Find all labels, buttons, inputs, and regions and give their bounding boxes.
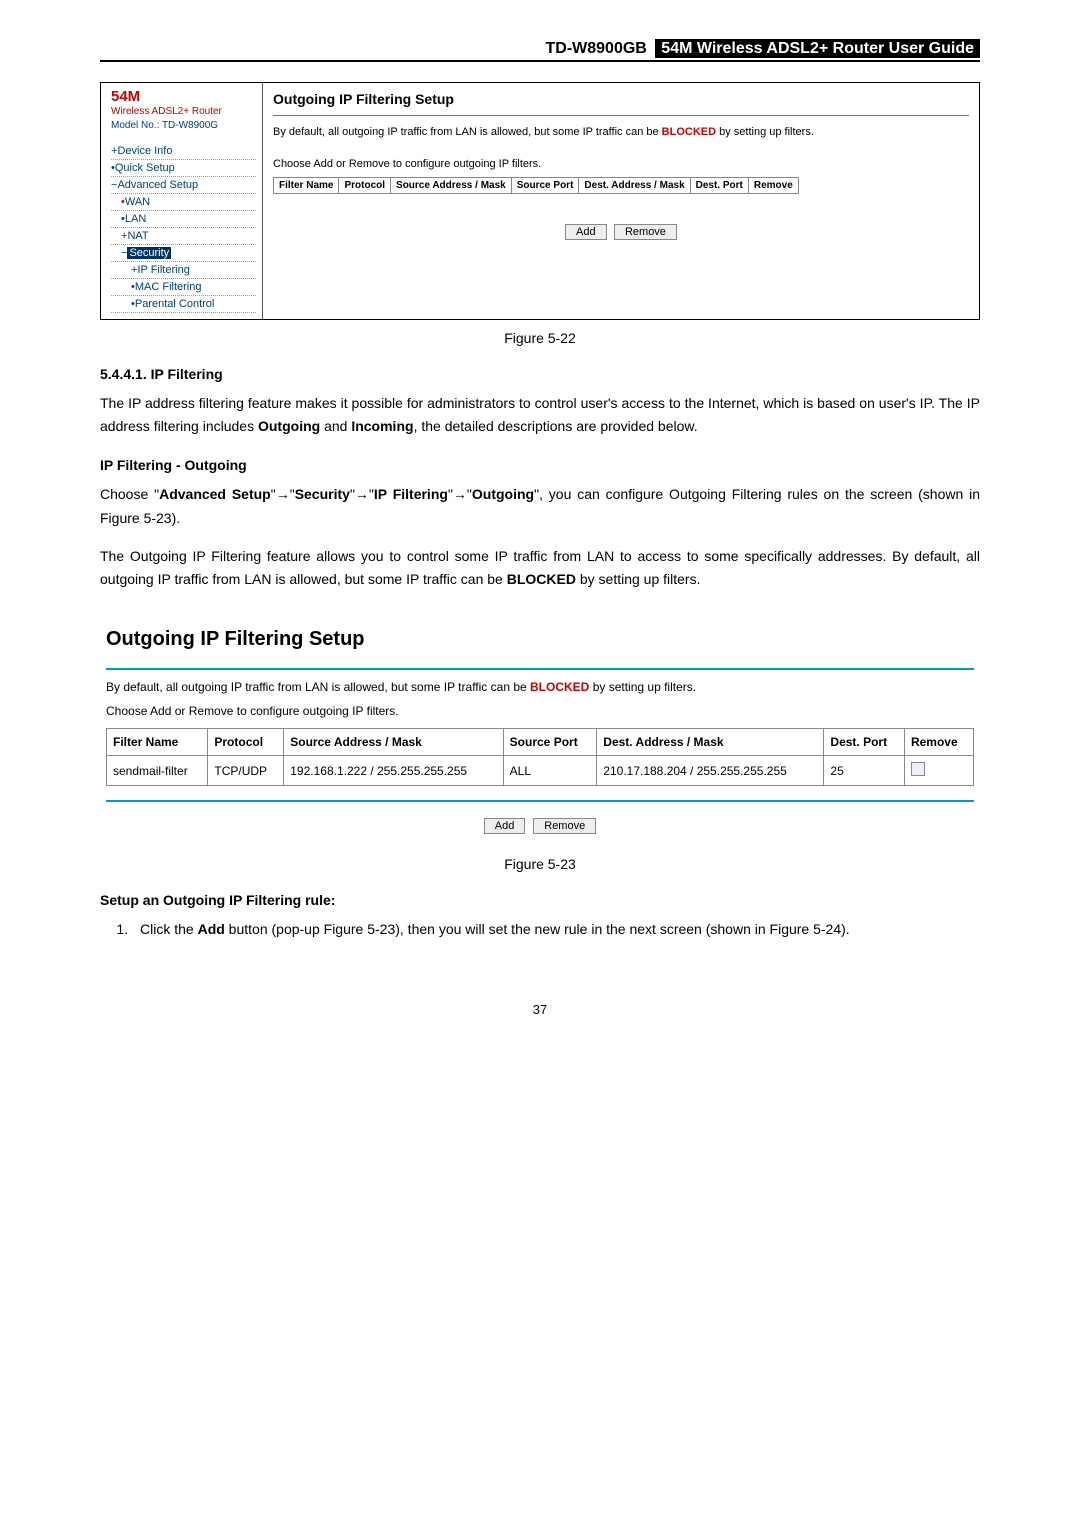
nav-tree: Device Info Quick Setup Advanced Setup •… <box>111 143 256 313</box>
setup-rule-heading: Setup an Outgoing IP Filtering rule: <box>100 892 980 908</box>
cell-dst-addr: 210.17.188.204 / 255.255.255.255 <box>597 756 824 786</box>
figure-5-23-caption: Figure 5-23 <box>100 856 980 872</box>
fig23-desc1: By default, all outgoing IP traffic from… <box>106 680 974 694</box>
cell-protocol: TCP/UDP <box>208 756 284 786</box>
fig22-desc2: Choose Add or Remove to configure outgoi… <box>273 156 969 174</box>
nav-wan[interactable]: WAN <box>125 196 150 208</box>
fig22-heading: Outgoing IP Filtering Setup <box>273 91 969 116</box>
nav-device-info[interactable]: Device Info <box>117 145 172 157</box>
cell-dst-port: 25 <box>824 756 905 786</box>
nav-nat[interactable]: NAT <box>127 230 148 242</box>
nav-advanced-setup[interactable]: Advanced Setup <box>117 179 198 191</box>
table-row: sendmail-filter TCP/UDP 192.168.1.222 / … <box>107 756 974 786</box>
figure-5-22-screenshot: 54M Wireless ADSL2+ Router Model No.: TD… <box>100 82 980 320</box>
col-remove: Remove <box>904 729 973 756</box>
col-filter-name: Filter Name <box>274 178 339 194</box>
fig22-add-button[interactable]: Add <box>565 224 607 240</box>
ip-filtering-outgoing-heading: IP Filtering - Outgoing <box>100 457 980 473</box>
fig23-add-button[interactable]: Add <box>484 818 526 834</box>
fig23-heading: Outgoing IP Filtering Setup <box>106 628 974 661</box>
fig22-remove-button[interactable]: Remove <box>614 224 677 240</box>
nav-quick-setup[interactable]: Quick Setup <box>115 162 175 174</box>
brand-model: Model No.: TD-W8900G <box>111 120 256 131</box>
col-remove: Remove <box>748 178 798 194</box>
fig23-filters-table: Filter Name Protocol Source Address / Ma… <box>106 728 974 786</box>
section-5-4-4-1-heading: 5.4.4.1. IP Filtering <box>100 366 980 382</box>
col-dst-addr: Dest. Address / Mask <box>597 729 824 756</box>
router-sidebar: 54M Wireless ADSL2+ Router Model No.: TD… <box>101 83 263 319</box>
setup-step-1: Click the Add button (pop-up Figure 5-23… <box>132 918 980 942</box>
header-model: TD-W8900GB <box>545 40 646 57</box>
col-src-port: Source Port <box>511 178 579 194</box>
nav-ip-filtering[interactable]: IP Filtering <box>137 264 189 276</box>
col-src-addr: Source Address / Mask <box>284 729 503 756</box>
nav-lan[interactable]: LAN <box>125 213 146 225</box>
fig22-desc1: By default, all outgoing IP traffic from… <box>273 124 969 142</box>
brand-54m: 54M <box>111 89 256 106</box>
page-number: 37 <box>100 1002 980 1017</box>
cell-remove-checkbox[interactable] <box>904 756 973 786</box>
col-dst-addr: Dest. Address / Mask <box>579 178 690 194</box>
col-protocol: Protocol <box>208 729 284 756</box>
col-dst-port: Dest. Port <box>824 729 905 756</box>
cell-src-addr: 192.168.1.222 / 255.255.255.255 <box>284 756 503 786</box>
header-title: 54M Wireless ADSL2+ Router User Guide <box>655 39 980 58</box>
outgoing-desc-para: The Outgoing IP Filtering feature allows… <box>100 545 980 593</box>
fig22-filters-table: Filter Name Protocol Source Address / Ma… <box>273 177 799 194</box>
col-filter-name: Filter Name <box>107 729 208 756</box>
ip-filtering-intro: The IP address filtering feature makes i… <box>100 392 980 440</box>
col-protocol: Protocol <box>339 178 391 194</box>
cell-src-port: ALL <box>503 756 597 786</box>
figure-5-23-screenshot: Outgoing IP Filtering Setup By default, … <box>100 622 980 846</box>
fig23-remove-button[interactable]: Remove <box>533 818 596 834</box>
col-src-port: Source Port <box>503 729 597 756</box>
nav-mac-filtering[interactable]: MAC Filtering <box>135 281 202 293</box>
nav-parental-control[interactable]: Parental Control <box>135 298 215 310</box>
col-src-addr: Source Address / Mask <box>391 178 512 194</box>
brand-subtitle: Wireless ADSL2+ Router <box>111 106 256 118</box>
doc-header: TD-W8900GB 54M Wireless ADSL2+ Router Us… <box>100 40 980 62</box>
figure-5-22-caption: Figure 5-22 <box>100 330 980 346</box>
fig23-desc2: Choose Add or Remove to configure outgoi… <box>106 704 974 718</box>
col-dst-port: Dest. Port <box>690 178 748 194</box>
nav-security[interactable]: Security <box>127 247 171 259</box>
outgoing-path-para: Choose "Advanced Setup"→"Security"→"IP F… <box>100 483 980 531</box>
cell-filter-name: sendmail-filter <box>107 756 208 786</box>
